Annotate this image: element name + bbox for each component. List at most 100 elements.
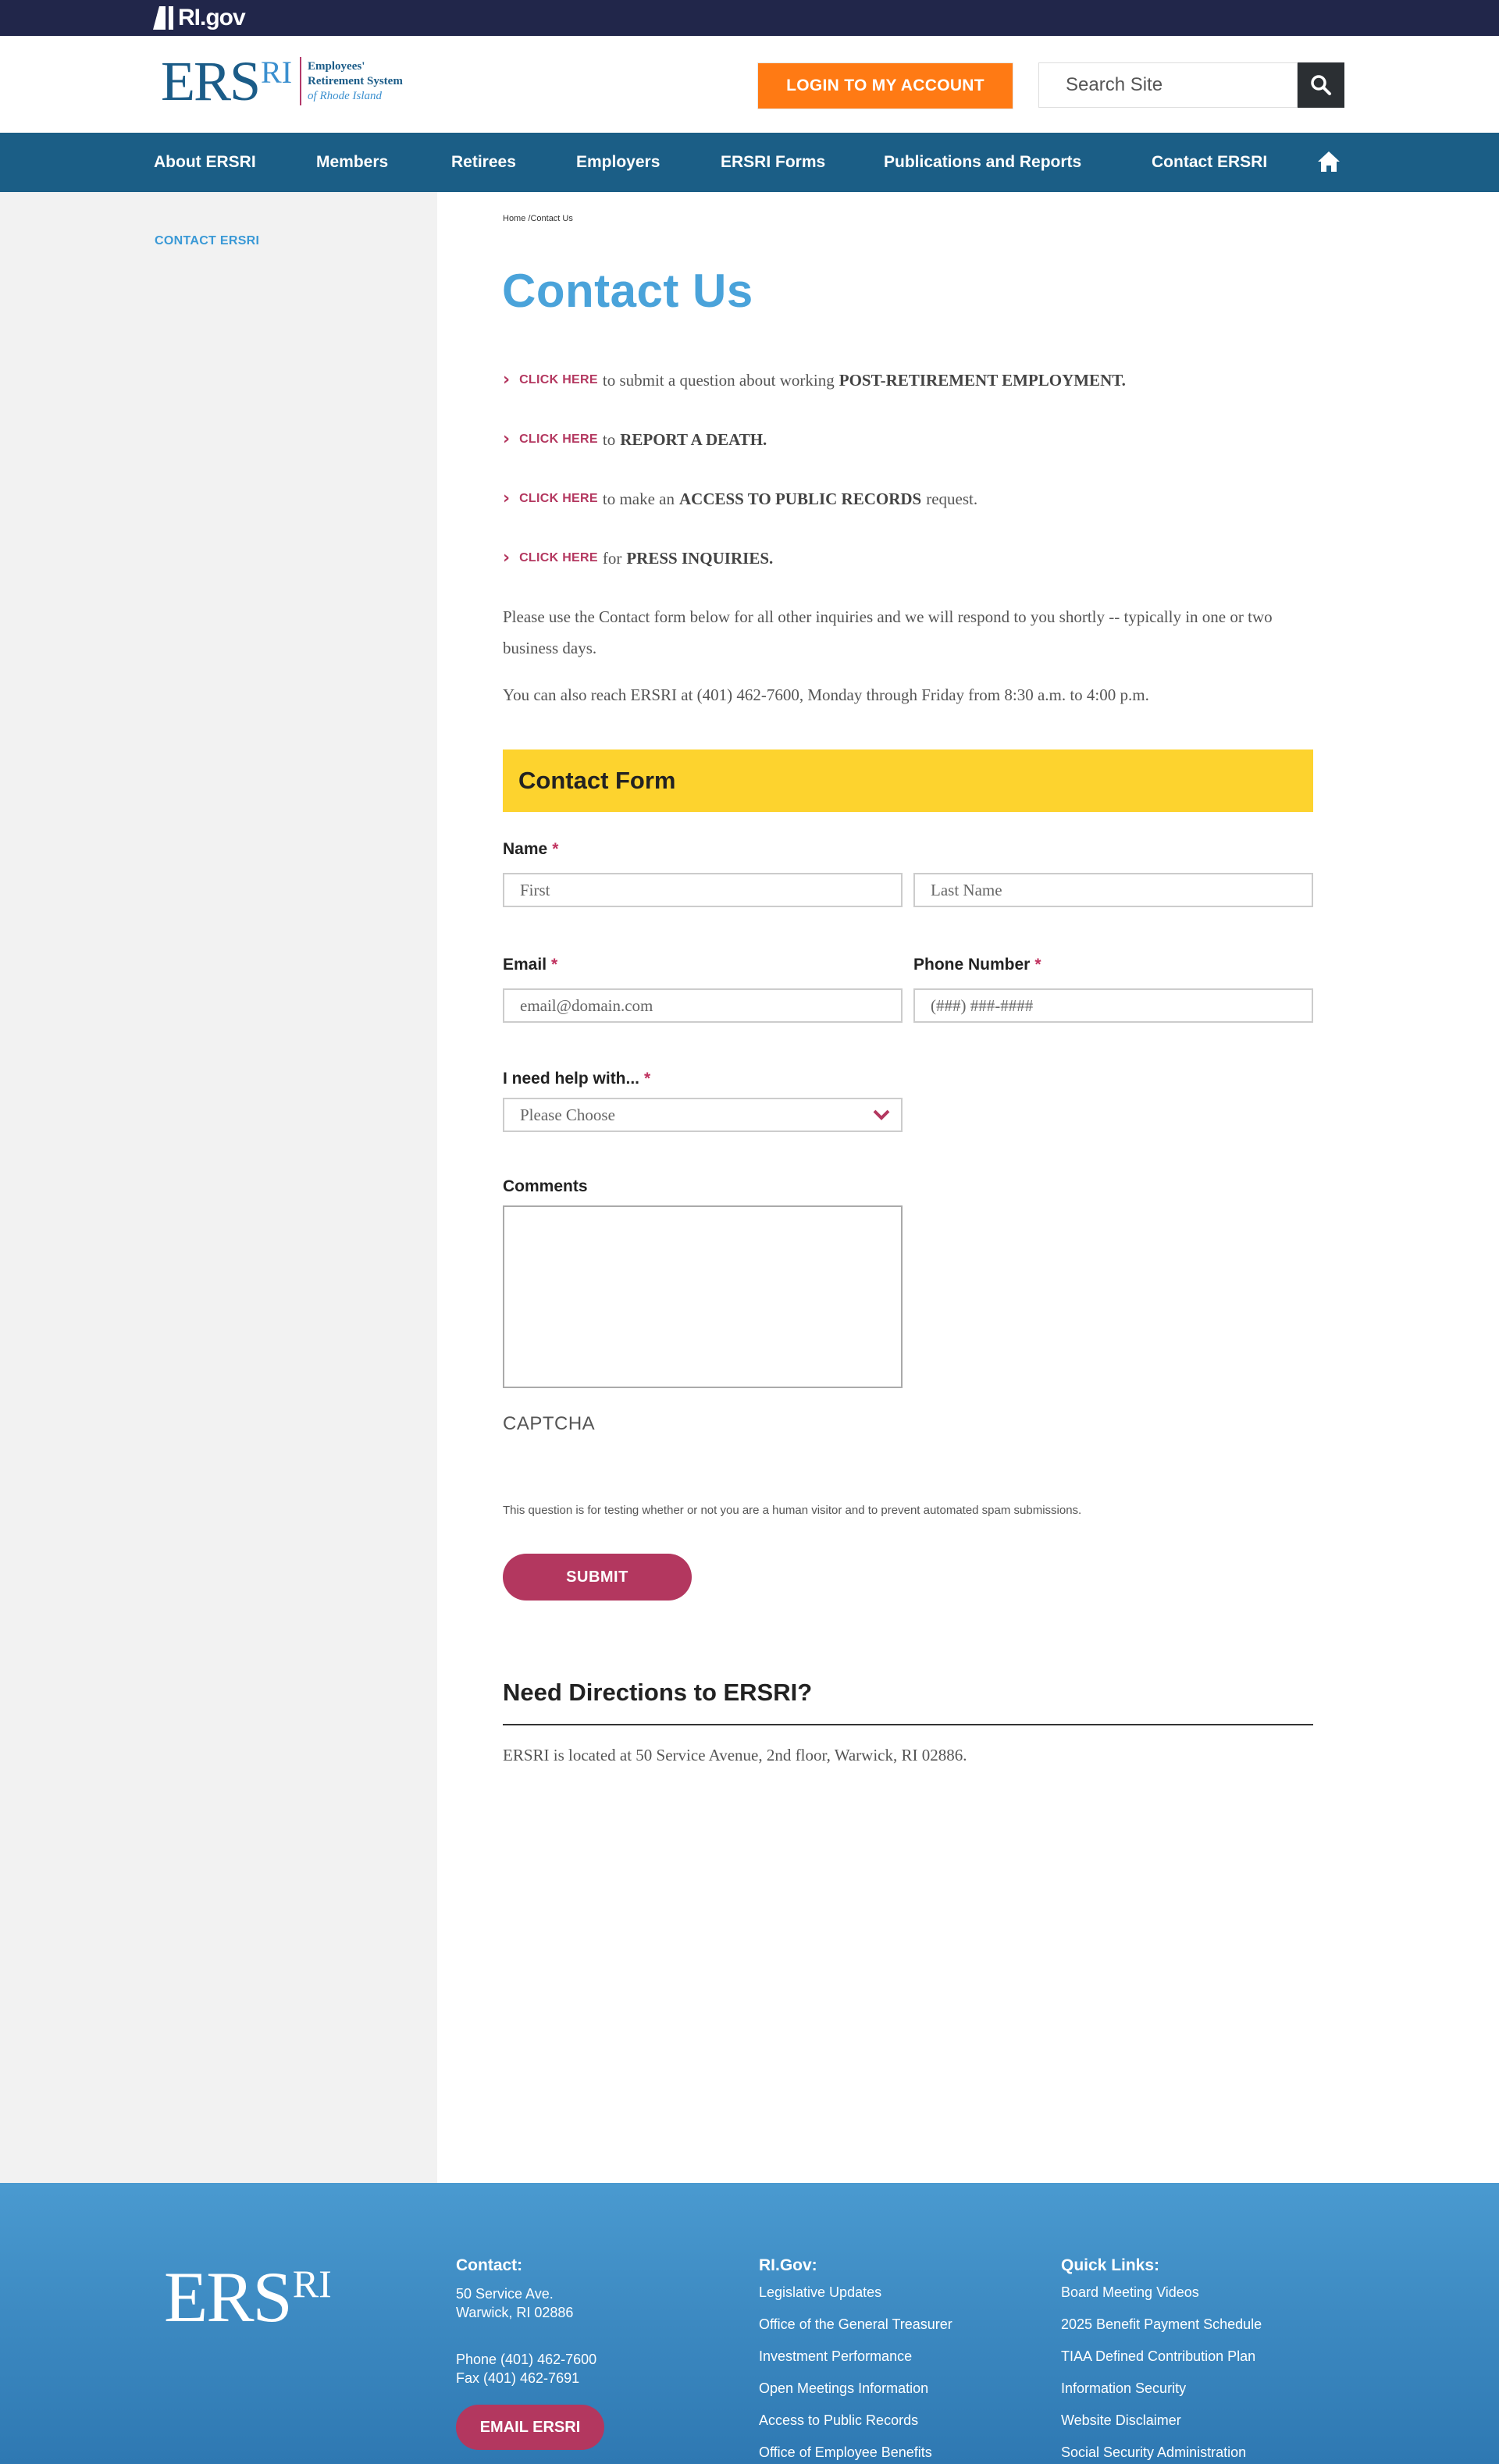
nav-retirees[interactable]: Retirees [451, 133, 516, 192]
name-label-text: Name [503, 840, 548, 858]
footer-link-disclaimer[interactable]: Website Disclaimer [1061, 2412, 1181, 2429]
phone-label: Phone Number * [913, 956, 1041, 974]
phone-label-text: Phone Number [913, 956, 1031, 974]
home-icon[interactable] [1316, 150, 1341, 173]
logo-ri-text: RI [261, 54, 293, 90]
rigov-logo[interactable]: RI.gov [153, 5, 246, 31]
nav-members[interactable]: Members [316, 133, 388, 192]
login-button[interactable]: LOGIN TO MY ACCOUNT [757, 62, 1013, 109]
sail-icon [153, 6, 166, 30]
email-field[interactable]: email@domain.com [503, 988, 903, 1023]
email-ersri-button[interactable]: EMAIL ERSRI [456, 2405, 604, 2450]
required-mark: * [552, 840, 559, 858]
link-strong: REPORT A DEATH. [620, 429, 767, 449]
help-select[interactable]: Please Choose [503, 1098, 903, 1132]
sail-icon-2 [169, 6, 173, 30]
chevron-right-icon: › [503, 429, 511, 449]
chevron-right-icon: › [503, 489, 511, 508]
link-text-after: request. [926, 489, 978, 508]
nav-ersri-forms[interactable]: ERSRI Forms [721, 133, 825, 192]
footer-link-public-records[interactable]: Access to Public Records [759, 2412, 918, 2429]
intro-paragraph: Please use the Contact form below for al… [503, 607, 1273, 657]
required-mark: * [1034, 956, 1041, 974]
contact-form-heading: Contact Form [503, 750, 1313, 812]
link-strong: ACCESS TO PUBLIC RECORDS [679, 489, 922, 508]
logo-line-1: Employees' [308, 59, 365, 73]
footer-address-2: Warwick, RI 02886 [456, 2305, 574, 2320]
footer-address-1: 50 Service Ave. [456, 2286, 554, 2302]
chevron-right-icon: › [503, 548, 511, 568]
sidebar: CONTACT ERSRI [0, 192, 437, 2183]
first-name-field[interactable]: First [503, 873, 903, 907]
phone-paragraph: You can also reach ERSRI at (401) 462-76… [503, 685, 1149, 704]
directions-heading: Need Directions to ERSRI? [503, 1679, 813, 1706]
help-select-value: Please Choose [520, 1105, 615, 1124]
directions-divider [503, 1724, 1313, 1725]
site-header: ERS RI Employees' Retirement System of R… [0, 36, 1499, 133]
breadcrumb[interactable]: Home /Contact Us [503, 214, 573, 223]
footer-link-legislative[interactable]: Legislative Updates [759, 2284, 881, 2301]
link-text: to [602, 429, 616, 449]
footer-logo-main: ERS [164, 2257, 293, 2337]
link-text: to make an [602, 489, 675, 508]
footer-link-tiaa[interactable]: TIAA Defined Contribution Plan [1061, 2348, 1255, 2365]
nav-publications[interactable]: Publications and Reports [884, 133, 1081, 192]
logo-line-2: Retirement System [308, 74, 403, 87]
rigov-logo-text: RI.gov [178, 5, 246, 30]
link-public-records[interactable]: › CLICK HERE to make an ACCESS TO PUBLIC… [503, 487, 977, 511]
required-mark: * [644, 1070, 651, 1088]
gov-bar: RI.gov [0, 0, 1499, 36]
link-press-inquiries[interactable]: › CLICK HERE for PRESS INQUIRIES. [503, 547, 773, 570]
footer-logo-ri: RI [292, 2262, 332, 2306]
footer-fax: Fax (401) 462-7691 [456, 2370, 580, 2386]
logo-main-text: ERS [161, 50, 261, 112]
email-label-text: Email [503, 956, 547, 974]
footer-rigov-title: RI.Gov: [759, 2256, 817, 2274]
phone-field[interactable]: (###) ###-#### [913, 988, 1313, 1023]
name-label: Name * [503, 840, 558, 859]
footer-link-treasurer[interactable]: Office of the General Treasurer [759, 2316, 952, 2333]
footer-link-info-security[interactable]: Information Security [1061, 2380, 1186, 2397]
link-report-death[interactable]: › CLICK HERE to REPORT A DEATH. [503, 428, 767, 451]
nav-contact-ersri[interactable]: Contact ERSRI [1152, 133, 1267, 192]
nav-about-ersri[interactable]: About ERSRI [154, 133, 256, 192]
link-strong: PRESS INQUIRIES. [626, 548, 774, 568]
footer-quick-links-title: Quick Links: [1061, 2256, 1160, 2274]
logo-line-3: of Rhode Island [308, 89, 383, 102]
chevron-down-icon [873, 1109, 890, 1120]
ersri-logo[interactable]: ERS RI Employees' Retirement System of R… [161, 53, 403, 109]
click-here-link[interactable]: CLICK HERE [519, 433, 598, 447]
chevron-right-icon: › [503, 370, 511, 390]
logo-divider [300, 57, 302, 105]
footer-link-payment-schedule[interactable]: 2025 Benefit Payment Schedule [1061, 2316, 1262, 2333]
click-here-link[interactable]: CLICK HERE [519, 373, 598, 387]
footer-logo[interactable]: ERS RI [164, 2261, 332, 2333]
search-input[interactable]: Search Site [1038, 62, 1298, 108]
footer-link-employee-benefits[interactable]: Office of Employee Benefits [759, 2444, 932, 2461]
footer-link-investment[interactable]: Investment Performance [759, 2348, 912, 2365]
directions-text: ERSRI is located at 50 Service Avenue, 2… [503, 1746, 967, 1764]
search-icon [1311, 75, 1331, 95]
nav-employers[interactable]: Employers [576, 133, 660, 192]
click-here-link[interactable]: CLICK HERE [519, 551, 598, 565]
logo-subtitle: Employees' Retirement System of Rhode Is… [308, 59, 403, 104]
captcha-label: CAPTCHA [503, 1413, 596, 1434]
link-post-retirement[interactable]: › CLICK HERE to submit a question about … [503, 369, 1126, 392]
search-button[interactable] [1298, 62, 1344, 108]
submit-button[interactable]: SUBMIT [503, 1554, 692, 1601]
comments-textarea[interactable] [503, 1205, 903, 1388]
link-text: to submit a question about working [602, 370, 835, 390]
sidebar-item-contact-ersri[interactable]: CONTACT ERSRI [155, 234, 259, 248]
footer-link-social-security[interactable]: Social Security Administration [1061, 2444, 1246, 2461]
link-text: for [602, 548, 622, 568]
help-label: I need help with... * [503, 1070, 650, 1088]
click-here-link[interactable]: CLICK HERE [519, 492, 598, 506]
footer-contact-title: Contact: [456, 2256, 523, 2274]
comments-label: Comments [503, 1177, 588, 1195]
required-mark: * [551, 956, 558, 974]
footer-phone: Phone (401) 462-7600 [456, 2352, 597, 2367]
last-name-field[interactable]: Last Name [913, 873, 1313, 907]
footer-link-board-videos[interactable]: Board Meeting Videos [1061, 2284, 1199, 2301]
footer-link-open-meetings[interactable]: Open Meetings Information [759, 2380, 928, 2397]
page-title: Contact Us [502, 265, 753, 317]
